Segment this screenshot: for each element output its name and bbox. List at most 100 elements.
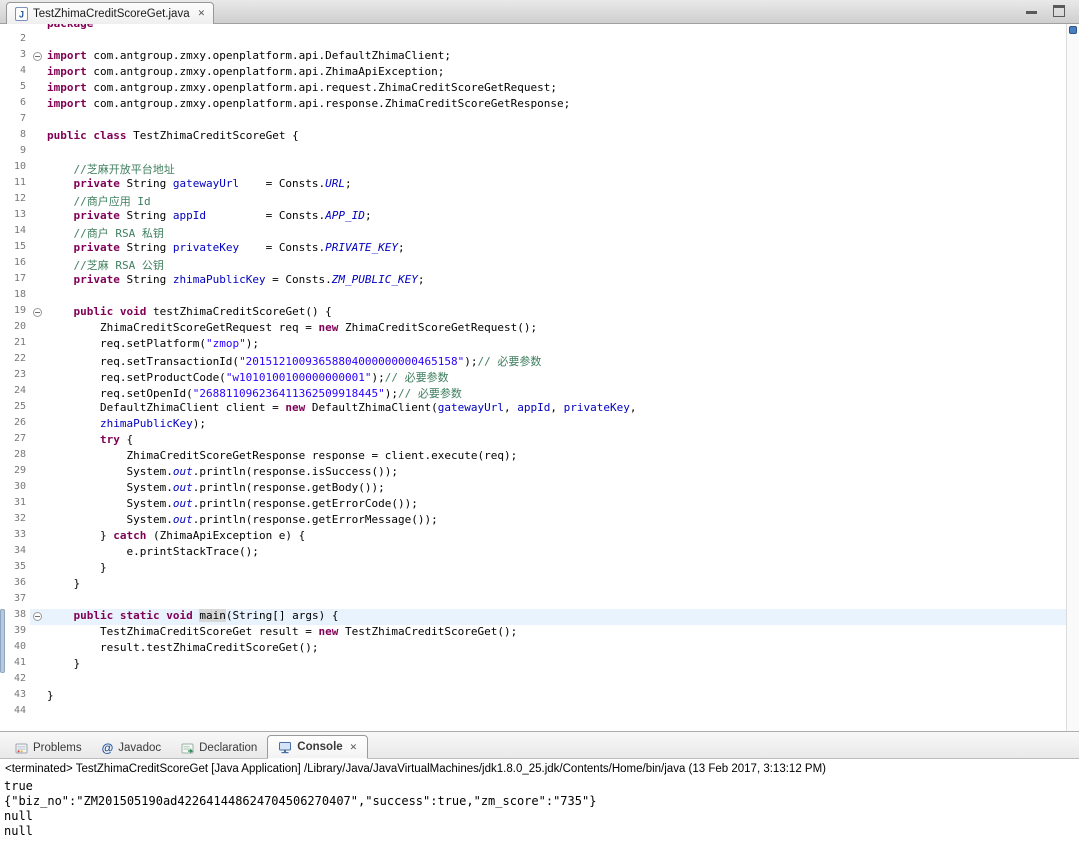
- line-number[interactable]: 30: [0, 481, 30, 497]
- maximize-icon[interactable]: [1053, 5, 1065, 17]
- code-line[interactable]: 28 ZhimaCreditScoreGetResponse response …: [0, 449, 1079, 465]
- code-line[interactable]: 23 req.setProductCode("w1010100100000000…: [0, 369, 1079, 385]
- tab-problems[interactable]: Problems: [5, 737, 92, 759]
- code-line[interactable]: 12 //商户应用 Id: [0, 193, 1079, 209]
- line-number[interactable]: 42: [0, 673, 30, 689]
- code-line[interactable]: 18: [0, 289, 1079, 305]
- minimize-icon[interactable]: [1026, 5, 1037, 16]
- code-line[interactable]: 37: [0, 593, 1079, 609]
- console-view[interactable]: <terminated> TestZhimaCreditScoreGet [Ja…: [0, 759, 1079, 839]
- line-number[interactable]: 23: [0, 369, 30, 385]
- line-number[interactable]: 29: [0, 465, 30, 481]
- line-number[interactable]: 6: [0, 97, 30, 113]
- code-line[interactable]: 36 }: [0, 577, 1079, 593]
- line-number[interactable]: 37: [0, 593, 30, 609]
- code-line[interactable]: 24 req.setOpenId("2688110962364113625099…: [0, 385, 1079, 401]
- code-line[interactable]: 38 public static void main(String[] args…: [0, 609, 1079, 625]
- line-number[interactable]: 9: [0, 145, 30, 161]
- line-number[interactable]: 34: [0, 545, 30, 561]
- code-line[interactable]: 2: [0, 33, 1079, 49]
- tab-console-close-icon[interactable]: ✕: [350, 742, 358, 753]
- code-line[interactable]: 42: [0, 673, 1079, 689]
- editor-tab-close-icon[interactable]: ✕: [198, 8, 206, 19]
- code-line[interactable]: 27 try {: [0, 433, 1079, 449]
- code-line[interactable]: 32 System.out.println(response.getErrorM…: [0, 513, 1079, 529]
- code-line[interactable]: 35 }: [0, 561, 1079, 577]
- code-line[interactable]: 17 private String zhimaPublicKey = Const…: [0, 273, 1079, 289]
- line-number[interactable]: 18: [0, 289, 30, 305]
- code-line[interactable]: 31 System.out.println(response.getErrorC…: [0, 497, 1079, 513]
- code-line[interactable]: 29 System.out.println(response.isSuccess…: [0, 465, 1079, 481]
- line-number[interactable]: 20: [0, 321, 30, 337]
- line-number[interactable]: 43: [0, 689, 30, 705]
- line-number[interactable]: 36: [0, 577, 30, 593]
- code-line[interactable]: 16 //芝麻 RSA 公钥: [0, 257, 1079, 273]
- code-line[interactable]: 25 DefaultZhimaClient client = new Defau…: [0, 401, 1079, 417]
- code-line[interactable]: 19 public void testZhimaCreditScoreGet()…: [0, 305, 1079, 321]
- code-line[interactable]: 14 //商户 RSA 私钥: [0, 225, 1079, 241]
- code-editor[interactable]: package 23 import com.antgroup.zmxy.openpl…: [0, 24, 1079, 731]
- line-number[interactable]: 3: [0, 49, 30, 65]
- line-number[interactable]: 4: [0, 65, 30, 81]
- tab-declaration[interactable]: Declaration: [171, 737, 267, 759]
- tab-console[interactable]: Console ✕: [267, 735, 369, 759]
- line-number[interactable]: 8: [0, 129, 30, 145]
- line-number[interactable]: 12: [0, 193, 30, 209]
- line-number[interactable]: 11: [0, 177, 30, 193]
- code-line[interactable]: 40 result.testZhimaCreditScoreGet();: [0, 641, 1079, 657]
- fold-gutter[interactable]: [30, 49, 47, 65]
- code-line[interactable]: 6 import com.antgroup.zmxy.openplatform.a…: [0, 97, 1079, 113]
- line-number[interactable]: [0, 24, 30, 33]
- code-line[interactable]: 4 import com.antgroup.zmxy.openplatform.a…: [0, 65, 1079, 81]
- line-number[interactable]: 26: [0, 417, 30, 433]
- code-line[interactable]: 5 import com.antgroup.zmxy.openplatform.a…: [0, 81, 1079, 97]
- code-line[interactable]: 8 public class TestZhimaCreditScoreGet {: [0, 129, 1079, 145]
- line-number[interactable]: 27: [0, 433, 30, 449]
- line-number[interactable]: 5: [0, 81, 30, 97]
- line-number[interactable]: 7: [0, 113, 30, 129]
- overview-ruler[interactable]: [1066, 24, 1079, 731]
- line-number[interactable]: 31: [0, 497, 30, 513]
- code-line[interactable]: 3 import com.antgroup.zmxy.openplatform.a…: [0, 49, 1079, 65]
- line-number[interactable]: 32: [0, 513, 30, 529]
- line-number[interactable]: 2: [0, 33, 30, 49]
- overview-annotation-marker[interactable]: [1069, 26, 1077, 34]
- line-number[interactable]: 33: [0, 529, 30, 545]
- code-line[interactable]: 41 }: [0, 657, 1079, 673]
- code-line[interactable]: 10 //芝麻开放平台地址: [0, 161, 1079, 177]
- line-number[interactable]: 13: [0, 209, 30, 225]
- line-number[interactable]: 14: [0, 225, 30, 241]
- line-number[interactable]: 21: [0, 337, 30, 353]
- code-line[interactable]: 39 TestZhimaCreditScoreGet result = new …: [0, 625, 1079, 641]
- editor-tab[interactable]: J TestZhimaCreditScoreGet.java ✕: [6, 2, 215, 24]
- fold-collapse-icon[interactable]: [33, 612, 42, 621]
- line-number[interactable]: 10: [0, 161, 30, 177]
- line-number[interactable]: 25: [0, 401, 30, 417]
- fold-gutter[interactable]: [30, 305, 47, 321]
- line-number[interactable]: 44: [0, 705, 30, 721]
- code-line[interactable]: 11 private String gatewayUrl = Consts.UR…: [0, 177, 1079, 193]
- code-line[interactable]: 43}: [0, 689, 1079, 705]
- line-number[interactable]: 19: [0, 305, 30, 321]
- code-line[interactable]: package: [0, 24, 1079, 33]
- line-number[interactable]: 16: [0, 257, 30, 273]
- code-line[interactable]: 20 ZhimaCreditScoreGetRequest req = new …: [0, 321, 1079, 337]
- line-number[interactable]: 15: [0, 241, 30, 257]
- code-line[interactable]: 22 req.setTransactionId("201512100936588…: [0, 353, 1079, 369]
- fold-collapse-icon[interactable]: [33, 308, 42, 317]
- line-number[interactable]: 22: [0, 353, 30, 369]
- code-line[interactable]: 44: [0, 705, 1079, 721]
- line-number[interactable]: 35: [0, 561, 30, 577]
- code-line[interactable]: 33 } catch (ZhimaApiException e) {: [0, 529, 1079, 545]
- fold-gutter[interactable]: [30, 609, 47, 625]
- code-line[interactable]: 9: [0, 145, 1079, 161]
- code-line[interactable]: 21 req.setPlatform("zmop");: [0, 337, 1079, 353]
- code-line[interactable]: 26 zhimaPublicKey);: [0, 417, 1079, 433]
- line-number[interactable]: 24: [0, 385, 30, 401]
- code-line[interactable]: 15 private String privateKey = Consts.PR…: [0, 241, 1079, 257]
- code-line[interactable]: 34 e.printStackTrace();: [0, 545, 1079, 561]
- line-number[interactable]: 28: [0, 449, 30, 465]
- tab-javadoc[interactable]: @ Javadoc: [92, 737, 172, 759]
- line-number[interactable]: 17: [0, 273, 30, 289]
- code-line[interactable]: 13 private String appId = Consts.APP_ID;: [0, 209, 1079, 225]
